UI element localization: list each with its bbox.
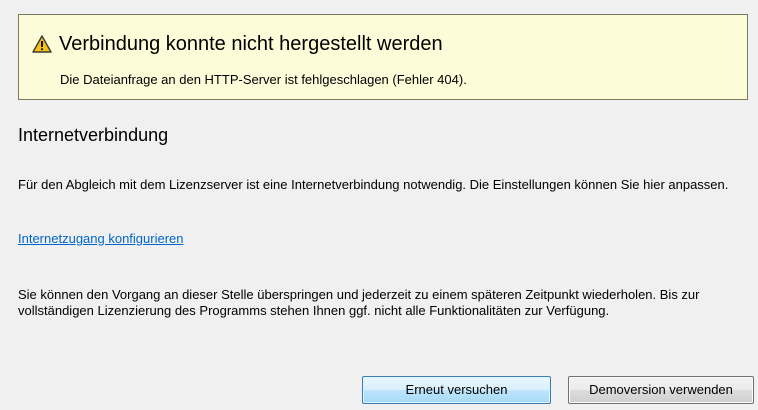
section-heading: Internetverbindung xyxy=(18,125,169,145)
connection-description: Für den Abgleich mit dem Lizenzserver is… xyxy=(18,177,729,192)
error-alert-box: Verbindung konnte nicht hergestellt werd… xyxy=(18,14,748,100)
warning-icon xyxy=(32,35,52,53)
alert-message: Die Dateianfrage an den HTTP-Server ist … xyxy=(60,72,467,87)
alert-title: Verbindung konnte nicht hergestellt werd… xyxy=(59,33,443,55)
use-demo-button[interactable]: Demoversion verwenden xyxy=(568,376,754,404)
configure-internet-link[interactable]: Internetzugang konfigurieren xyxy=(18,231,184,247)
alert-title-row: Verbindung konnte nicht hergestellt werd… xyxy=(32,31,443,57)
skip-note: Sie können den Vorgang an dieser Stelle … xyxy=(18,287,700,318)
retry-button[interactable]: Erneut versuchen xyxy=(362,376,551,404)
